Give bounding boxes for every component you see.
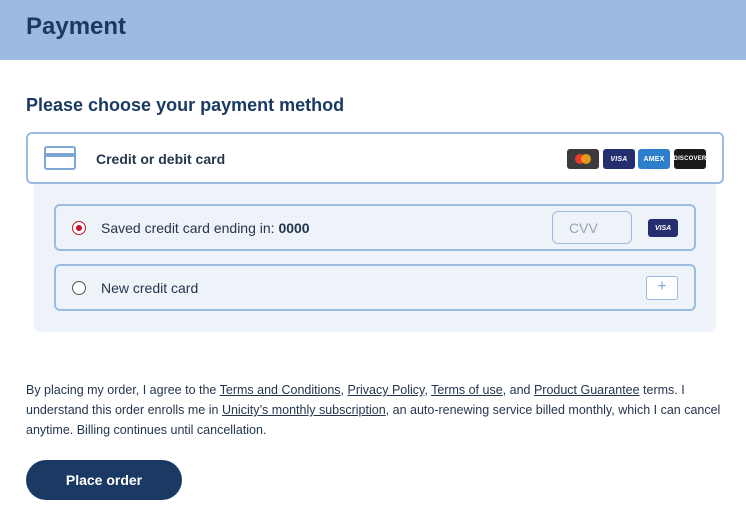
new-card-label: New credit card xyxy=(101,280,199,296)
new-card-option[interactable]: New credit card + xyxy=(54,264,696,311)
saved-card-last4: 0000 xyxy=(278,220,310,236)
product-guarantee-link[interactable]: Product Guarantee xyxy=(534,383,640,397)
saved-card-radio[interactable] xyxy=(72,221,86,235)
add-card-icon[interactable]: + xyxy=(646,276,678,300)
mastercard-logo-icon xyxy=(567,149,599,169)
terms-text: By placing my order, I agree to the Term… xyxy=(26,383,721,437)
payment-method-card[interactable]: Credit or debit card VISA AMEX DISCOVER xyxy=(26,132,724,184)
cvv-input[interactable] xyxy=(552,211,632,244)
page-header: Payment xyxy=(0,0,746,60)
place-order-button[interactable]: Place order xyxy=(26,460,182,500)
amex-logo-icon: AMEX xyxy=(638,149,670,169)
discover-logo-icon: DISCOVER xyxy=(674,149,706,169)
terms-and-conditions-link[interactable]: Terms and Conditions xyxy=(220,383,341,397)
payment-method-label: Credit or debit card xyxy=(96,151,226,167)
new-card-radio[interactable] xyxy=(72,281,86,295)
visa-logo-icon: VISA xyxy=(648,219,678,237)
credit-card-icon xyxy=(44,146,76,170)
page-title: Payment xyxy=(26,13,127,40)
saved-card-option[interactable]: Saved credit card ending in: 0000 VISA xyxy=(54,204,696,251)
monthly-subscription-link[interactable]: Unicity’s monthly subscription xyxy=(222,403,386,417)
saved-card-label: Saved credit card ending in: 0000 xyxy=(101,220,310,236)
terms-of-use-link[interactable]: Terms of use xyxy=(431,383,503,397)
section-title: Please choose your payment method xyxy=(26,95,345,115)
visa-logo-icon: VISA xyxy=(603,149,635,169)
privacy-policy-link[interactable]: Privacy Policy xyxy=(348,383,425,397)
